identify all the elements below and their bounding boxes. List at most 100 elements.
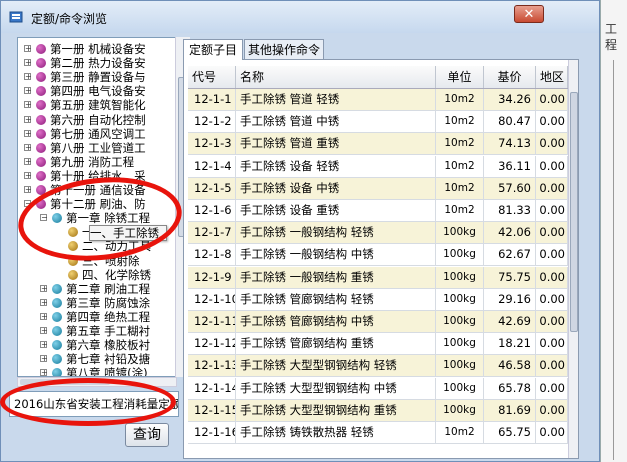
tab-quota-items[interactable]: 定额子目: [183, 39, 243, 60]
cell-region: 0.00: [536, 111, 568, 133]
table-row[interactable]: 12-1-6 手工除锈 设备 重锈 10m2 81.33 0.00: [188, 200, 568, 222]
cell-unit: 10m2: [436, 422, 484, 443]
expand-icon[interactable]: +: [24, 45, 32, 53]
expand-icon[interactable]: +: [24, 171, 32, 179]
cell-price: 46.58: [484, 355, 536, 377]
cell-name: 手工除锈 管道 轻锈: [236, 89, 436, 110]
table-row[interactable]: 12-1-10 手工除锈 管廊钢结构 轻锈 100kg 29.16 0.00: [188, 288, 568, 311]
book-icon: [36, 156, 46, 167]
expand-icon[interactable]: +: [24, 73, 32, 81]
query-button[interactable]: 查询: [125, 423, 169, 447]
tab-other-commands[interactable]: 其他操作命令: [244, 39, 324, 59]
expand-icon[interactable]: +: [24, 186, 32, 194]
book-icon: [36, 114, 46, 125]
tree-node[interactable]: + 第五章 手工糊衬: [18, 324, 176, 338]
chapter-icon: [52, 354, 62, 365]
table-row[interactable]: 12-1-3 手工除锈 管道 重锈 10m2 74.13 0.00: [188, 133, 568, 156]
expand-icon[interactable]: +: [24, 157, 32, 165]
table-row[interactable]: 12-1-11 手工除锈 管廊钢结构 中锈 100kg 42.69 0.00: [188, 311, 568, 333]
tree-node-label: 第五册 建筑智能化: [50, 98, 146, 113]
expand-icon[interactable]: +: [40, 341, 48, 349]
cell-price: 18.21: [484, 333, 536, 355]
cell-name: 手工除锈 管道 重锈: [236, 133, 436, 155]
table-row[interactable]: 12-1-1 手工除锈 管道 轻锈 10m2 34.26 0.00: [188, 89, 568, 111]
header-region[interactable]: 地区: [536, 66, 568, 88]
cell-name: 手工除锈 大型型钢钢结构 中锈: [236, 377, 436, 399]
tree-node[interactable]: + 第一册 机械设备安: [18, 42, 176, 56]
expand-icon[interactable]: +: [24, 129, 32, 137]
cell-name: 手工除锈 管廊钢结构 中锈: [236, 311, 436, 332]
tree-node[interactable]: + 第九册 消防工程: [18, 155, 176, 169]
annotation-circle-search: [0, 378, 176, 426]
background-divider: [613, 60, 614, 460]
cell-code: 12-1-7: [188, 222, 236, 244]
table-row[interactable]: 12-1-14 手工除锈 大型型钢钢结构 中锈 100kg 65.78 0.00: [188, 377, 568, 400]
cell-price: 34.26: [484, 89, 536, 110]
expand-icon[interactable]: +: [40, 298, 48, 306]
cell-region: 0.00: [536, 333, 568, 355]
expand-icon[interactable]: +: [40, 355, 48, 363]
cell-price: 81.33: [484, 200, 536, 221]
tree-node[interactable]: + 第六章 橡胶板衬: [18, 338, 176, 352]
expand-icon[interactable]: +: [24, 87, 32, 95]
tree-node[interactable]: + 第六册 自动化控制: [18, 113, 176, 127]
expand-icon[interactable]: +: [24, 143, 32, 151]
cell-code: 12-1-2: [188, 111, 236, 133]
expand-icon[interactable]: +: [24, 59, 32, 67]
title-bar[interactable]: 定额/命令浏览 ✕: [1, 1, 599, 33]
cell-price: 80.47: [484, 111, 536, 133]
header-name[interactable]: 名称: [236, 66, 436, 88]
cell-price: 36.11: [484, 155, 536, 177]
table-row[interactable]: 12-1-16 手工除锈 铸铁散热器 轻锈 10m2 65.75 0.00: [188, 422, 568, 444]
table-row[interactable]: 12-1-4 手工除锈 设备 轻锈 10m2 36.11 0.00: [188, 155, 568, 178]
expand-icon[interactable]: +: [40, 312, 48, 320]
cell-unit: 100kg: [436, 377, 484, 399]
cell-region: 0.00: [536, 133, 568, 155]
cell-name: 手工除锈 设备 轻锈: [236, 155, 436, 177]
tree-node[interactable]: + 第八册 工业管道工: [18, 141, 176, 155]
expand-icon[interactable]: +: [40, 369, 48, 376]
expand-icon[interactable]: +: [40, 327, 48, 335]
cell-code: 12-1-16: [188, 422, 236, 443]
header-code[interactable]: 代号: [188, 66, 236, 88]
header-price[interactable]: 基价: [484, 66, 536, 88]
table-row[interactable]: 12-1-9 手工除锈 一般钢结构 重锈 100kg 75.75 0.00: [188, 266, 568, 289]
expand-icon[interactable]: +: [24, 115, 32, 123]
tree-node[interactable]: + 第七章 衬铅及搪: [18, 352, 176, 366]
tree-node[interactable]: + 第八章 喷镀(涂): [18, 366, 176, 376]
tree-node[interactable]: + 第二册 热力设备安: [18, 56, 176, 70]
close-button[interactable]: ✕: [514, 5, 544, 23]
table-row[interactable]: 12-1-12 手工除锈 管廊钢结构 重锈 100kg 18.21 0.00: [188, 333, 568, 356]
tree-node[interactable]: + 第五册 建筑智能化: [18, 98, 176, 113]
grid-scroll-thumb[interactable]: [570, 92, 578, 332]
app-icon: [9, 11, 23, 23]
cell-unit: 100kg: [436, 222, 484, 244]
cell-name: 手工除锈 大型型钢钢结构 轻锈: [236, 355, 436, 377]
header-unit[interactable]: 单位: [436, 66, 484, 88]
tree-node[interactable]: 四、化学除锈: [18, 268, 176, 282]
tree-node[interactable]: + 第七册 通风空调工: [18, 127, 176, 141]
cell-unit: 10m2: [436, 89, 484, 110]
cell-price: 57.60: [484, 177, 536, 199]
tree-node[interactable]: + 第三章 防腐蚀涂: [18, 296, 176, 310]
chapter-icon: [52, 297, 62, 308]
cell-region: 0.00: [536, 288, 568, 310]
expand-icon[interactable]: +: [24, 101, 32, 109]
book-icon: [36, 100, 46, 111]
table-row[interactable]: 12-1-13 手工除锈 大型型钢钢结构 轻锈 100kg 46.58 0.00: [188, 355, 568, 378]
tree-node[interactable]: + 第四册 电气设备安: [18, 84, 176, 98]
table-row[interactable]: 12-1-15 手工除锈 大型型钢钢结构 重锈 100kg 81.69 0.00: [188, 399, 568, 422]
tree-node[interactable]: + 第四章 绝热工程: [18, 310, 176, 324]
table-row[interactable]: 12-1-2 手工除锈 管道 中锈 10m2 80.47 0.00: [188, 111, 568, 134]
cell-name: 手工除锈 管廊钢结构 重锈: [236, 333, 436, 355]
table-row[interactable]: 12-1-7 手工除锈 一般钢结构 轻锈 100kg 42.06 0.00: [188, 222, 568, 245]
table-row[interactable]: 12-1-8 手工除锈 一般钢结构 中锈 100kg 62.67 0.00: [188, 244, 568, 267]
expand-icon[interactable]: +: [40, 284, 48, 292]
chapter-icon: [52, 326, 62, 336]
grid-vertical-scrollbar[interactable]: [568, 60, 578, 458]
book-icon: [36, 86, 46, 97]
tree-node[interactable]: + 第二章 刷油工程: [18, 282, 176, 296]
tree-node[interactable]: + 第三册 静置设备与: [18, 70, 176, 84]
table-row[interactable]: 12-1-5 手工除锈 设备 中锈 10m2 57.60 0.00: [188, 177, 568, 200]
cell-region: 0.00: [536, 222, 568, 244]
